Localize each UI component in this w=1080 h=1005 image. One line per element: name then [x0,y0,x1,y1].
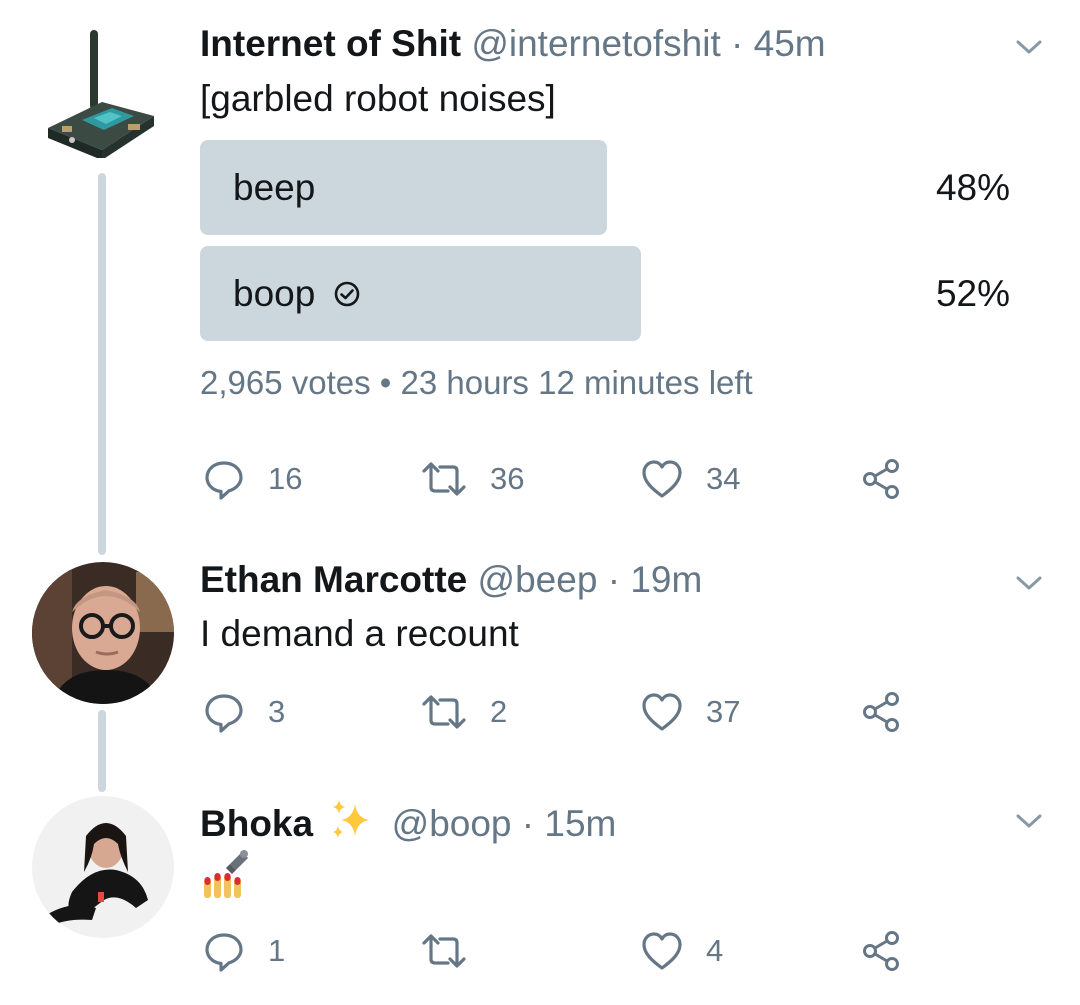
reply-count: 16 [268,461,303,496]
tweet-text: [garbled robot noises] [200,78,556,119]
tweet-header: Ethan Marcotte @beep · 19m [200,558,702,602]
retweet-icon [422,934,466,968]
poll-option-label: beep [233,167,316,208]
share-icon [863,459,899,499]
poll-percent: 52% [935,273,1010,314]
poll-percent: 48% [935,167,1010,208]
avatar[interactable] [32,562,174,704]
user-handle[interactable]: @boop [392,803,512,844]
avatar[interactable] [32,796,174,938]
tweet-header: Internet of Shit @internetofshit · 45m [200,22,826,66]
poll-option-label: boop [233,273,316,314]
display-name[interactable]: Internet of Shit [200,23,461,64]
retweet-button[interactable] [420,926,490,976]
heart-icon [642,932,682,970]
like-count: 34 [706,461,741,496]
poll-bar: boop [200,246,641,341]
share-button[interactable] [860,687,904,737]
thread-line [98,710,106,792]
share-button[interactable] [860,454,904,504]
heart-icon [642,693,682,731]
separator: · [521,803,535,844]
reply-icon [205,694,243,733]
retweet-button[interactable]: 2 [420,687,507,737]
chevron-down-icon[interactable] [1012,566,1046,600]
like-count: 4 [706,933,724,968]
tweet-actions: 3 2 37 [200,687,920,737]
reply-icon [205,461,243,500]
check-circle-icon [335,281,360,306]
tweet-actions: 1 4 [200,926,920,976]
like-button[interactable]: 4 [640,926,723,976]
sparkles-icon [333,800,370,838]
reply-count: 1 [268,933,286,968]
reply-button[interactable]: 1 [202,926,285,976]
poll-meta: 2,965 votes • 23 hours 12 minutes left [200,364,753,401]
chevron-down-icon[interactable] [1012,30,1046,64]
reply-icon [205,933,243,972]
tweet-actions: 16 36 34 [200,454,920,504]
like-count: 37 [706,694,741,729]
tweet-header: Bhoka @boop · 15m [200,798,616,846]
display-name[interactable]: Ethan Marcotte [200,559,467,600]
user-handle[interactable]: @beep [478,559,598,600]
retweet-button[interactable]: 36 [420,454,524,504]
timestamp[interactable]: 45m [754,23,826,64]
retweet-count: 36 [490,461,525,496]
tweet-text [200,848,250,905]
reply-button[interactable]: 16 [202,454,302,504]
like-button[interactable]: 34 [640,454,740,504]
poll-option[interactable]: boop 52% [0,246,1080,341]
retweet-icon [422,695,466,729]
poll-bar: beep [200,140,607,235]
share-icon [863,931,899,971]
timestamp[interactable]: 15m [544,803,616,844]
separator: · [731,23,744,64]
retweet-icon [422,462,466,496]
avatar[interactable] [42,28,162,158]
retweet-count: 2 [490,694,508,729]
timestamp[interactable]: 19m [630,559,702,600]
share-icon [863,692,899,732]
nail-polish-icon [204,850,248,898]
user-handle[interactable]: @internetofshit [471,23,720,64]
tweet-text: I demand a recount [200,613,519,654]
chevron-down-icon[interactable] [1012,804,1046,838]
reply-count: 3 [268,694,286,729]
reply-button[interactable]: 3 [202,687,285,737]
heart-icon [642,460,682,498]
share-button[interactable] [860,926,904,976]
display-name[interactable]: Bhoka [200,803,313,844]
separator: · [607,559,621,600]
poll-option[interactable]: beep 48% [0,140,1080,235]
like-button[interactable]: 37 [640,687,740,737]
